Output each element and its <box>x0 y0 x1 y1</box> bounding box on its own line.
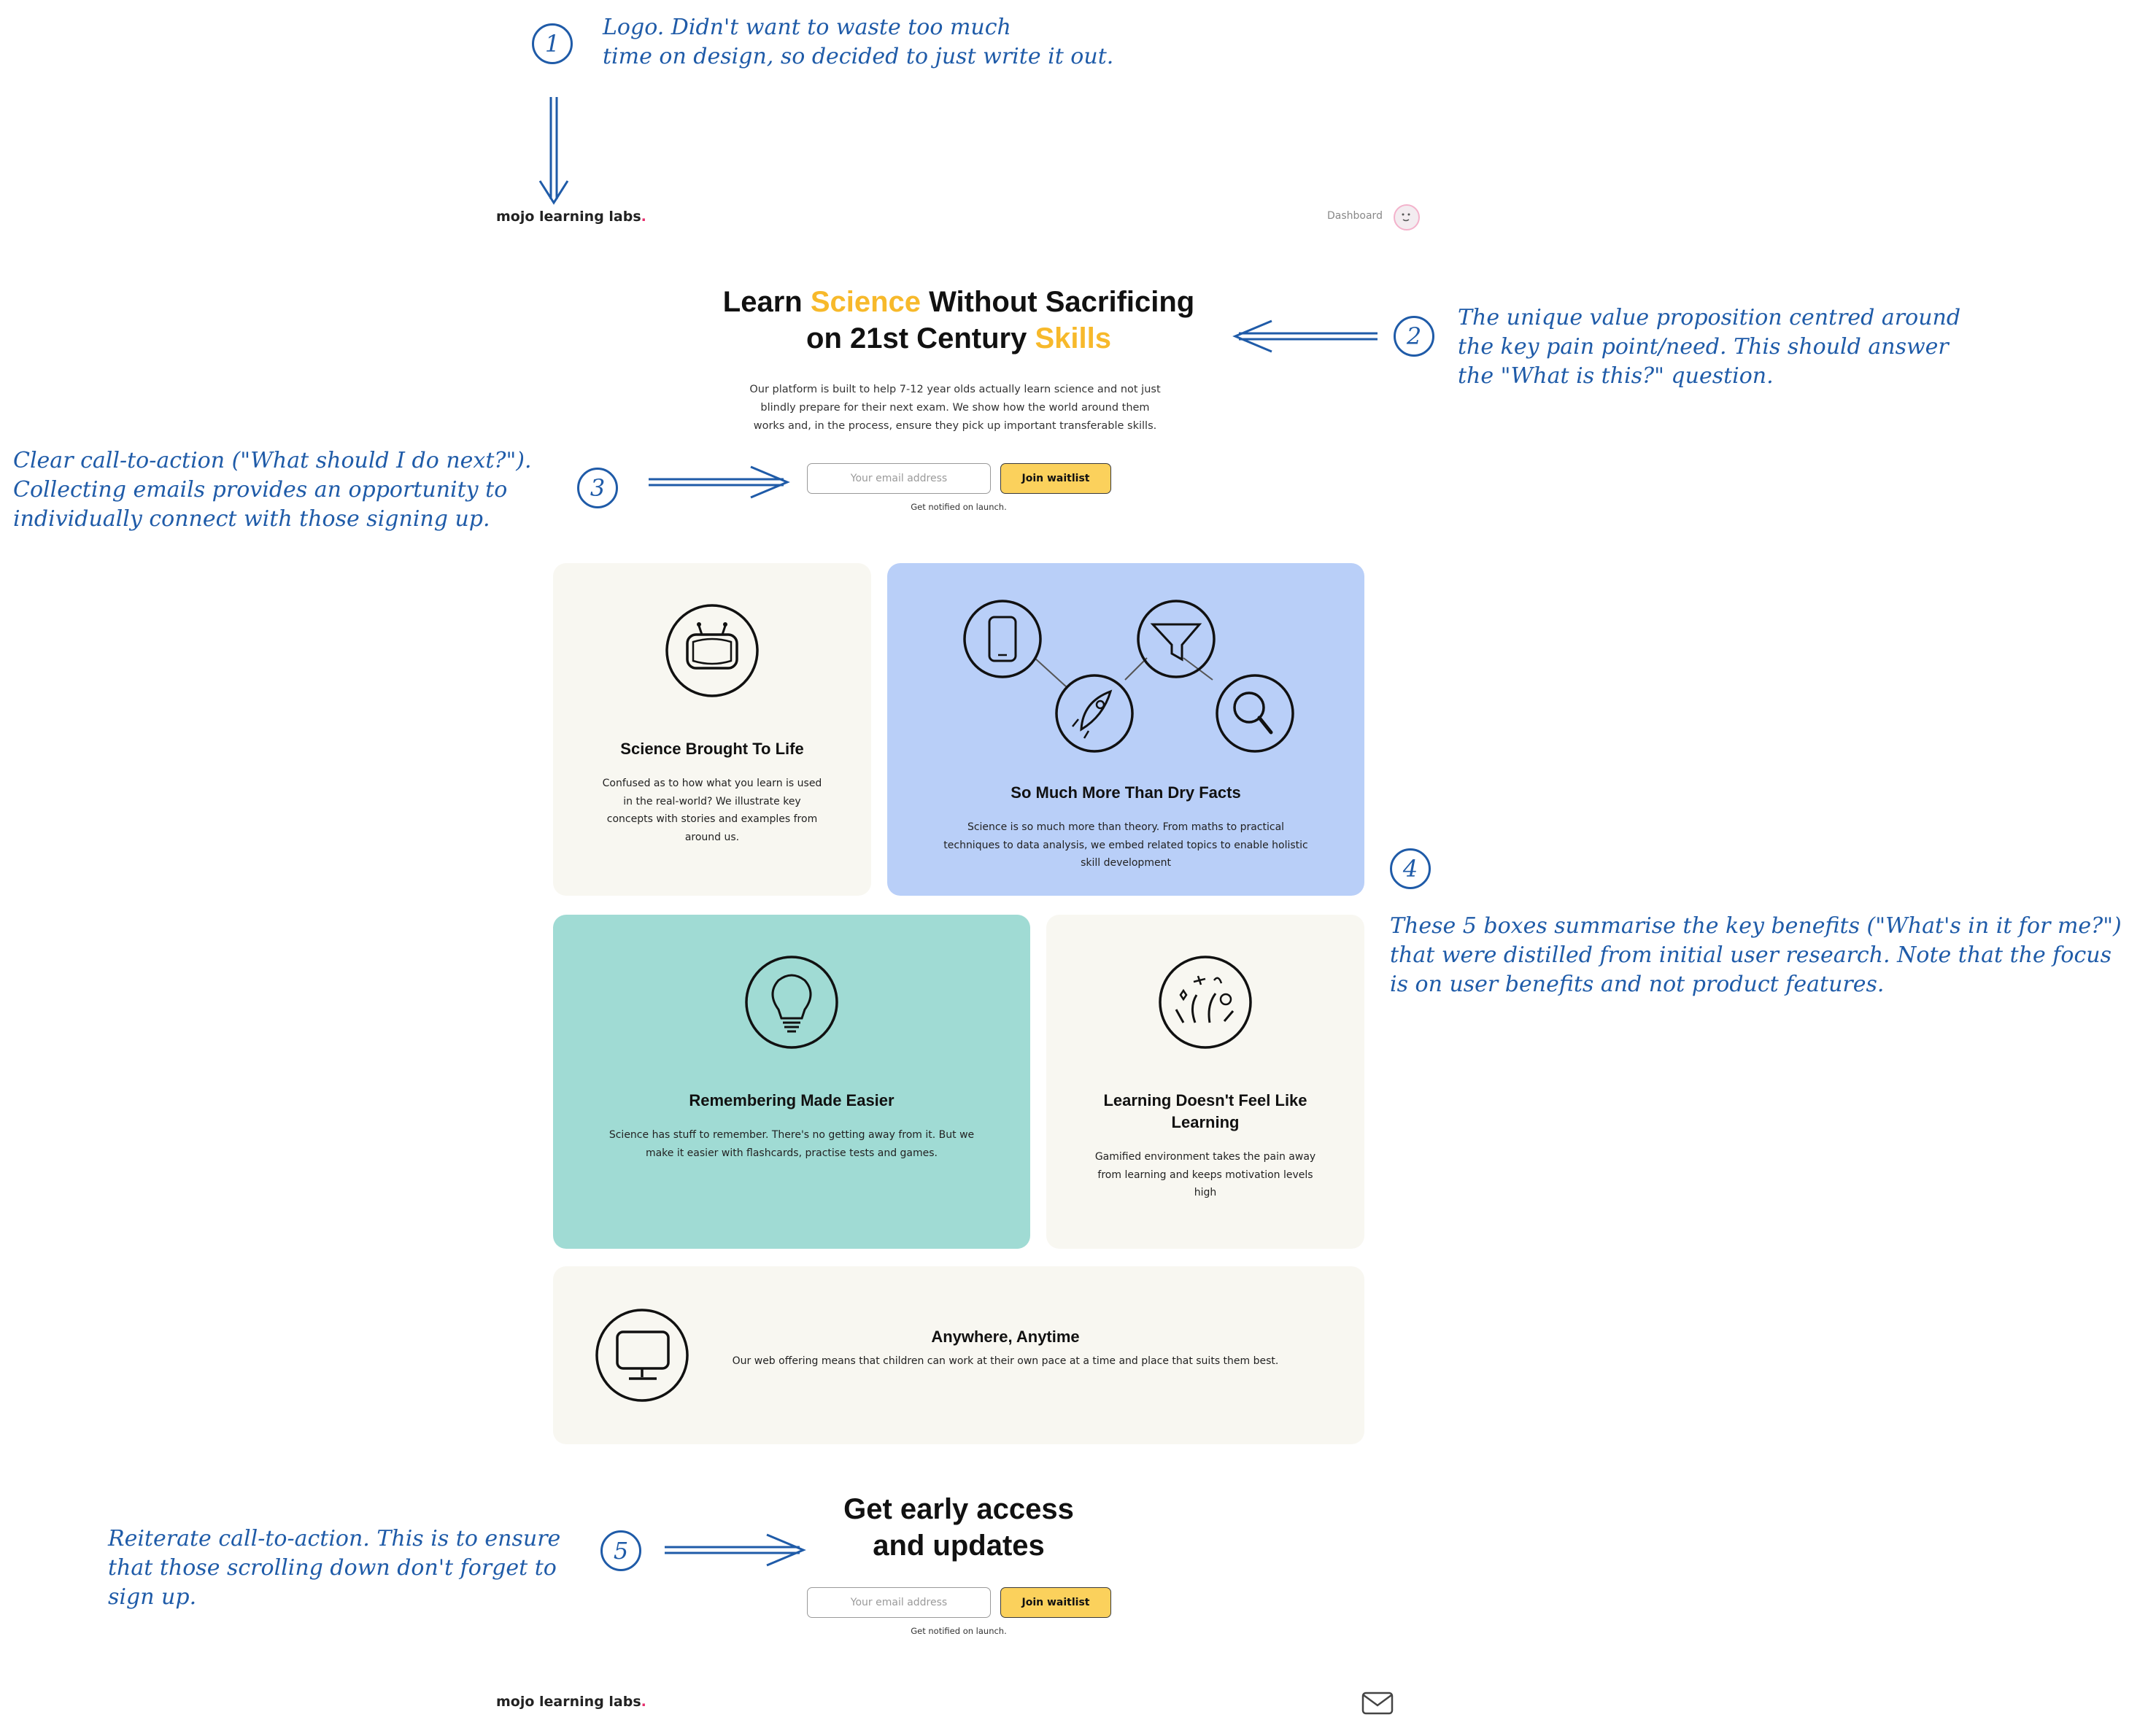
card-text-line: high <box>1194 1187 1217 1198</box>
card-text: Confused as to how what you learn is use… <box>568 775 857 846</box>
hero-title-text: Without Sacrificing <box>921 286 1195 318</box>
card-text: Science has stuff to remember. There's n… <box>568 1126 1016 1162</box>
annotation-1: Logo. Didn't want to waste too much time… <box>603 13 1113 71</box>
card-text: Science is so much more than theory. Fro… <box>902 818 1350 872</box>
annotation-4-line: that were distilled from initial user re… <box>1390 942 2111 968</box>
annotation-2: The unique value proposition centred aro… <box>1458 303 1960 391</box>
benefit-card-science-brought-to-life: Science Brought To Life Confused as to h… <box>553 563 871 896</box>
card-title: Science Brought To Life <box>620 740 804 758</box>
dashboard-link[interactable]: Dashboard <box>1327 210 1383 222</box>
annotation-3: Clear call-to-action ("What should I do … <box>13 446 532 534</box>
footer-logo-dot: . <box>641 1694 646 1710</box>
annotation-1-line: time on design, so decided to just write… <box>603 44 1114 69</box>
benefit-card-so-much-more: So Much More Than Dry Facts Science is s… <box>887 563 1364 896</box>
annotation-5: Reiterate call-to-action. This is to ens… <box>108 1524 560 1612</box>
tv-robot-icon <box>665 604 759 697</box>
annotation-3-line: individually connect with those signing … <box>13 506 490 532</box>
skills-network-icon <box>963 600 1294 753</box>
fireworks-icon <box>1159 956 1252 1049</box>
hero-title-text: on 21st Century <box>806 322 1035 354</box>
footer-logo[interactable]: mojo learning labs. <box>496 1694 646 1710</box>
hero-title-line-2: on 21st Century Skills <box>681 320 1236 357</box>
mail-icon[interactable] <box>1361 1691 1394 1716</box>
hero-description-line: blindly prepare for their next exam. We … <box>760 402 1150 414</box>
avatar[interactable] <box>1394 204 1420 230</box>
hero-description: Our platform is built to help 7-12 year … <box>729 381 1181 435</box>
card-title: Remembering Made Easier <box>689 1091 895 1109</box>
card-title-line: Learning Doesn't Feel Like <box>1103 1091 1307 1109</box>
hero-title-accent: Science <box>810 286 921 318</box>
annotation-number-5: 5 <box>600 1530 641 1571</box>
annotation-number-2: 2 <box>1394 316 1434 357</box>
benefit-card-anywhere: Anywhere, Anytime Our web offering means… <box>553 1266 1364 1444</box>
cta-email-input[interactable] <box>807 1587 991 1618</box>
hero-description-line: Our platform is built to help 7-12 year … <box>749 384 1161 395</box>
card-text-line: in the real-world? We illustrate key <box>623 795 801 807</box>
card-text-line: Gamified environment takes the pain away <box>1094 1151 1316 1163</box>
card-text-line: make it easier with flashcards, practise… <box>645 1147 938 1159</box>
annotation-number-4: 4 <box>1390 848 1431 889</box>
card-title: So Much More Than Dry Facts <box>1011 783 1241 802</box>
benefit-card-remembering: Remembering Made Easier Science has stuf… <box>553 915 1030 1249</box>
annotation-5-line: that those scrolling down don't forget t… <box>108 1555 557 1581</box>
hero-title: Learn Science Without Sacrificing on 21s… <box>681 284 1236 357</box>
card-text: Gamified environment takes the pain away… <box>1061 1148 1350 1202</box>
card-text-line: concepts with stories and examples from <box>606 813 818 825</box>
benefit-card-learning-fun: Learning Doesn't Feel Like Learning Gami… <box>1046 915 1364 1249</box>
hero-description-line: works and, in the process, ensure they p… <box>753 420 1157 432</box>
card-title-line: Learning <box>1171 1113 1240 1131</box>
cta-title-line: Get early access <box>843 1493 1074 1525</box>
cta-title: Get early access and updates <box>813 1491 1105 1564</box>
annotation-arrow-1 <box>538 97 569 205</box>
card-text-line: Science is so much more than theory. Fro… <box>967 821 1285 833</box>
annotation-3-line: Collecting emails provides an opportunit… <box>13 477 508 503</box>
card-text: Our web offering means that children can… <box>732 1355 1279 1367</box>
annotation-2-line: the key pain point/need. This should ans… <box>1458 334 1949 360</box>
annotation-arrow-2 <box>1232 319 1378 353</box>
hero-title-text: Learn <box>722 286 811 318</box>
annotation-4-line: These 5 boxes summarise the key benefits… <box>1390 913 2122 939</box>
annotation-4: These 5 boxes summarise the key benefits… <box>1390 912 2122 999</box>
logo[interactable]: mojo learning labs. <box>496 209 646 225</box>
annotation-number-1: 1 <box>532 23 573 64</box>
annotation-number-3: 3 <box>577 468 618 508</box>
logo-dot: . <box>641 209 646 225</box>
card-text-line: Science has stuff to remember. There's n… <box>608 1129 975 1141</box>
email-input[interactable] <box>807 463 991 494</box>
join-waitlist-button[interactable]: Join waitlist <box>1000 463 1111 494</box>
card-text-line: techniques to data analysis, we embed re… <box>943 839 1308 851</box>
lightbulb-icon <box>745 956 838 1049</box>
annotation-2-line: the "What is this?" question. <box>1458 363 1774 389</box>
card-text-line: skill development <box>1081 857 1171 869</box>
card-title: Anywhere, Anytime <box>931 1328 1080 1346</box>
cta-join-waitlist-button[interactable]: Join waitlist <box>1000 1587 1111 1618</box>
annotation-5-line: sign up. <box>108 1584 197 1610</box>
hero-title-line-1: Learn Science Without Sacrificing <box>681 284 1236 320</box>
card-text-line: from learning and keeps motivation level… <box>1097 1169 1313 1181</box>
launch-note: Get notified on launch. <box>911 502 1007 512</box>
hero-title-accent: Skills <box>1035 322 1111 354</box>
card-text-line: Confused as to how what you learn is use… <box>602 778 822 789</box>
annotation-2-line: The unique value proposition centred aro… <box>1458 305 1961 330</box>
avatar-face-icon <box>1402 213 1410 222</box>
card-text-line: around us. <box>684 831 740 843</box>
annotation-3-line: Clear call-to-action ("What should I do … <box>13 448 532 473</box>
annotation-4-line: is on user benefits and not product feat… <box>1390 972 1885 997</box>
cta-launch-note: Get notified on launch. <box>911 1626 1007 1636</box>
annotation-1-line: Logo. Didn't want to waste too much <box>603 15 1011 40</box>
annotation-arrow-5 <box>665 1533 806 1567</box>
annotation-5-line: Reiterate call-to-action. This is to ens… <box>108 1526 561 1551</box>
annotation-arrow-3 <box>649 465 790 499</box>
footer-logo-text: mojo learning labs <box>496 1694 641 1710</box>
card-title: Learning Doesn't Feel Like Learning <box>1046 1090 1364 1134</box>
logo-text: mojo learning labs <box>496 209 641 225</box>
cta-title-line: and updates <box>873 1530 1045 1562</box>
